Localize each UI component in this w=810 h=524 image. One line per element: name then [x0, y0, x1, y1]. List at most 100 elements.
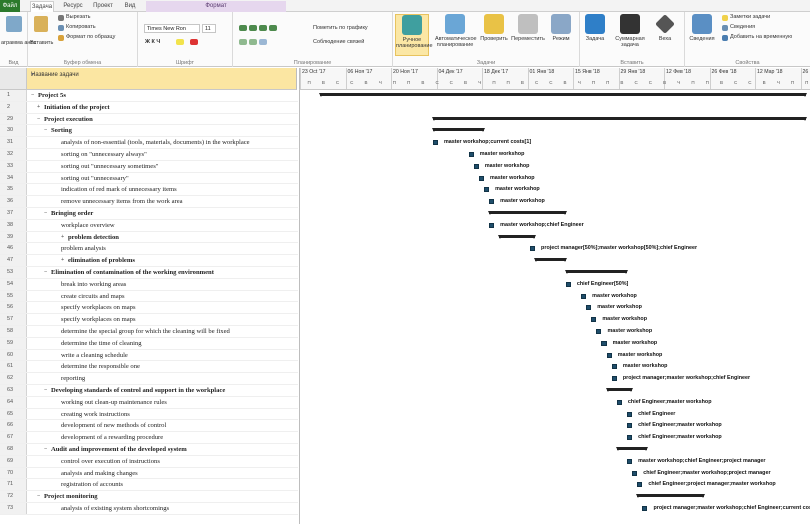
- task-name[interactable]: specify workplaces on maps: [61, 314, 136, 325]
- task-name[interactable]: determine the time of cleaning: [61, 338, 142, 349]
- row-number[interactable]: 58: [0, 326, 27, 337]
- table-row[interactable]: 57 specify workplaces on maps: [0, 314, 298, 326]
- task-bar[interactable]: [565, 281, 571, 287]
- row-number[interactable]: 67: [0, 432, 27, 443]
- row-number[interactable]: 32: [0, 149, 27, 160]
- table-row[interactable]: 67 development of a rewarding procedure: [0, 432, 298, 444]
- collapse-icon[interactable]: −: [37, 114, 40, 126]
- table-row[interactable]: 65 creating work instructions: [0, 408, 298, 421]
- summary-bar[interactable]: [605, 388, 633, 392]
- row-number[interactable]: 65: [0, 408, 27, 420]
- row-number[interactable]: 56: [0, 302, 27, 314]
- task-name[interactable]: problem analysis: [61, 243, 106, 254]
- row-number[interactable]: 36: [0, 196, 27, 207]
- row-number[interactable]: 30: [0, 125, 27, 137]
- bold-italic-underline-buttons[interactable]: Ж К Ч: [145, 39, 160, 46]
- task-bar[interactable]: [478, 175, 484, 181]
- task-bar[interactable]: [489, 199, 495, 205]
- table-row[interactable]: 69 control over execution of instructions: [0, 455, 298, 468]
- task-name[interactable]: Elimination of contamination of the work…: [51, 267, 214, 278]
- task-name[interactable]: sorting on "unnecessary always": [61, 149, 147, 160]
- cut-button[interactable]: Вырезать: [66, 14, 90, 21]
- task-name[interactable]: determine the special group for which th…: [61, 326, 230, 337]
- row-number[interactable]: 70: [0, 467, 27, 479]
- row-number[interactable]: 46: [0, 243, 27, 255]
- row-number[interactable]: 55: [0, 290, 27, 302]
- copy-button[interactable]: Копировать: [66, 24, 96, 31]
- paste-button[interactable]: Вставить: [30, 40, 53, 47]
- table-row[interactable]: 71 registration of accounts: [0, 479, 298, 492]
- task-bar[interactable]: [473, 163, 479, 169]
- row-number[interactable]: 38: [0, 219, 27, 231]
- table-row[interactable]: 37 − Bringing order: [0, 208, 298, 220]
- row-number[interactable]: 71: [0, 479, 27, 491]
- row-number[interactable]: 64: [0, 396, 27, 408]
- task-name[interactable]: elimination of problems: [68, 255, 135, 266]
- task-name[interactable]: development of a rewarding procedure: [61, 432, 163, 443]
- collapse-icon[interactable]: −: [44, 125, 47, 137]
- table-row[interactable]: 31 analysis of non-essential (tools, mate…: [0, 137, 298, 149]
- tab-resource[interactable]: Ресурс: [60, 1, 86, 12]
- add-to-timeline-button[interactable]: Добавить на временную: [730, 34, 792, 41]
- collapse-icon[interactable]: −: [31, 90, 34, 102]
- table-row[interactable]: 68 − Audit and improvement of the develope…: [0, 444, 298, 456]
- table-row[interactable]: 54 break into working areas: [0, 278, 298, 291]
- task-name[interactable]: analysis of non-essential (tools, materi…: [61, 137, 250, 148]
- task-name[interactable]: control over execution of instructions: [61, 456, 160, 467]
- summary-bar[interactable]: [615, 447, 649, 451]
- column-header-task-name[interactable]: Название задачи ▾: [27, 68, 297, 90]
- details-button[interactable]: Сведения: [730, 24, 755, 31]
- task-bar[interactable]: [432, 140, 438, 146]
- respect-links-button[interactable]: Соблюдение связей: [313, 39, 364, 46]
- format-painter-button[interactable]: Формат по образцу: [66, 34, 115, 41]
- task-bar[interactable]: [637, 482, 643, 488]
- summary-bar[interactable]: [431, 116, 807, 121]
- row-number[interactable]: 54: [0, 278, 27, 290]
- task-bar[interactable]: [627, 411, 633, 417]
- table-row[interactable]: 46 problem analysis: [0, 243, 298, 256]
- table-row[interactable]: 36 remove unnecessary items from the work…: [0, 196, 298, 208]
- task-name[interactable]: Project execution: [44, 114, 93, 125]
- tab-file[interactable]: Файл: [0, 0, 20, 12]
- font-name-select[interactable]: Times New Ron: [144, 24, 200, 33]
- tab-format[interactable]: Формат: [146, 1, 286, 12]
- inspect-button[interactable]: Проверить: [479, 14, 509, 42]
- task-name[interactable]: development of new methods of control: [61, 420, 166, 431]
- move-button[interactable]: Переместить: [511, 14, 545, 42]
- row-number[interactable]: 37: [0, 208, 27, 219]
- task-bar[interactable]: [611, 364, 617, 370]
- summary-bar[interactable]: [534, 258, 567, 263]
- task-name[interactable]: Initiation of the project: [44, 102, 110, 113]
- font-size-select[interactable]: 11: [202, 24, 216, 33]
- task-name[interactable]: registration of accounts: [61, 479, 123, 490]
- auto-schedule-button[interactable]: Автоматическое планирование: [435, 14, 477, 48]
- table-row[interactable]: 60 write a cleaning schedule: [0, 349, 298, 362]
- tab-project[interactable]: Проект: [90, 1, 116, 12]
- row-number[interactable]: 59: [0, 337, 27, 349]
- table-row[interactable]: 56 specify workplaces on maps: [0, 302, 298, 315]
- task-name[interactable]: indication of red mark of unnecessary it…: [61, 184, 177, 195]
- table-row[interactable]: 53 − Elimination of contamination of the w…: [0, 267, 298, 279]
- expand-icon[interactable]: +: [37, 102, 40, 114]
- collapse-icon[interactable]: −: [44, 385, 47, 397]
- task-name[interactable]: problem detection: [68, 232, 119, 243]
- task-name[interactable]: creating work instructions: [61, 409, 130, 420]
- row-number[interactable]: 53: [0, 267, 27, 278]
- tab-view[interactable]: Вид: [120, 1, 140, 12]
- task-bar[interactable]: [483, 187, 490, 193]
- table-row[interactable]: 47 + elimination of problems: [0, 255, 298, 267]
- task-name[interactable]: Audit and improvement of the developed s…: [51, 444, 187, 455]
- table-row[interactable]: 61 determine the responsible one: [0, 361, 298, 374]
- task-notes-button[interactable]: Заметки задачи: [730, 14, 770, 21]
- task-button[interactable]: Задача: [582, 14, 608, 42]
- table-row[interactable]: 73 analysis of existing system shortcomin…: [0, 503, 298, 515]
- task-bar[interactable]: [627, 423, 633, 429]
- outdent-icon[interactable]: [249, 39, 257, 45]
- progress-25-icon[interactable]: [249, 25, 257, 31]
- summary-bar[interactable]: [488, 211, 567, 215]
- summary-bar[interactable]: [431, 128, 486, 133]
- task-bar[interactable]: [468, 152, 474, 157]
- task-name[interactable]: Project 5s: [38, 90, 66, 101]
- task-name[interactable]: working out clean-up maintenance rules: [61, 397, 167, 408]
- task-name[interactable]: analysis and making changes: [61, 468, 138, 479]
